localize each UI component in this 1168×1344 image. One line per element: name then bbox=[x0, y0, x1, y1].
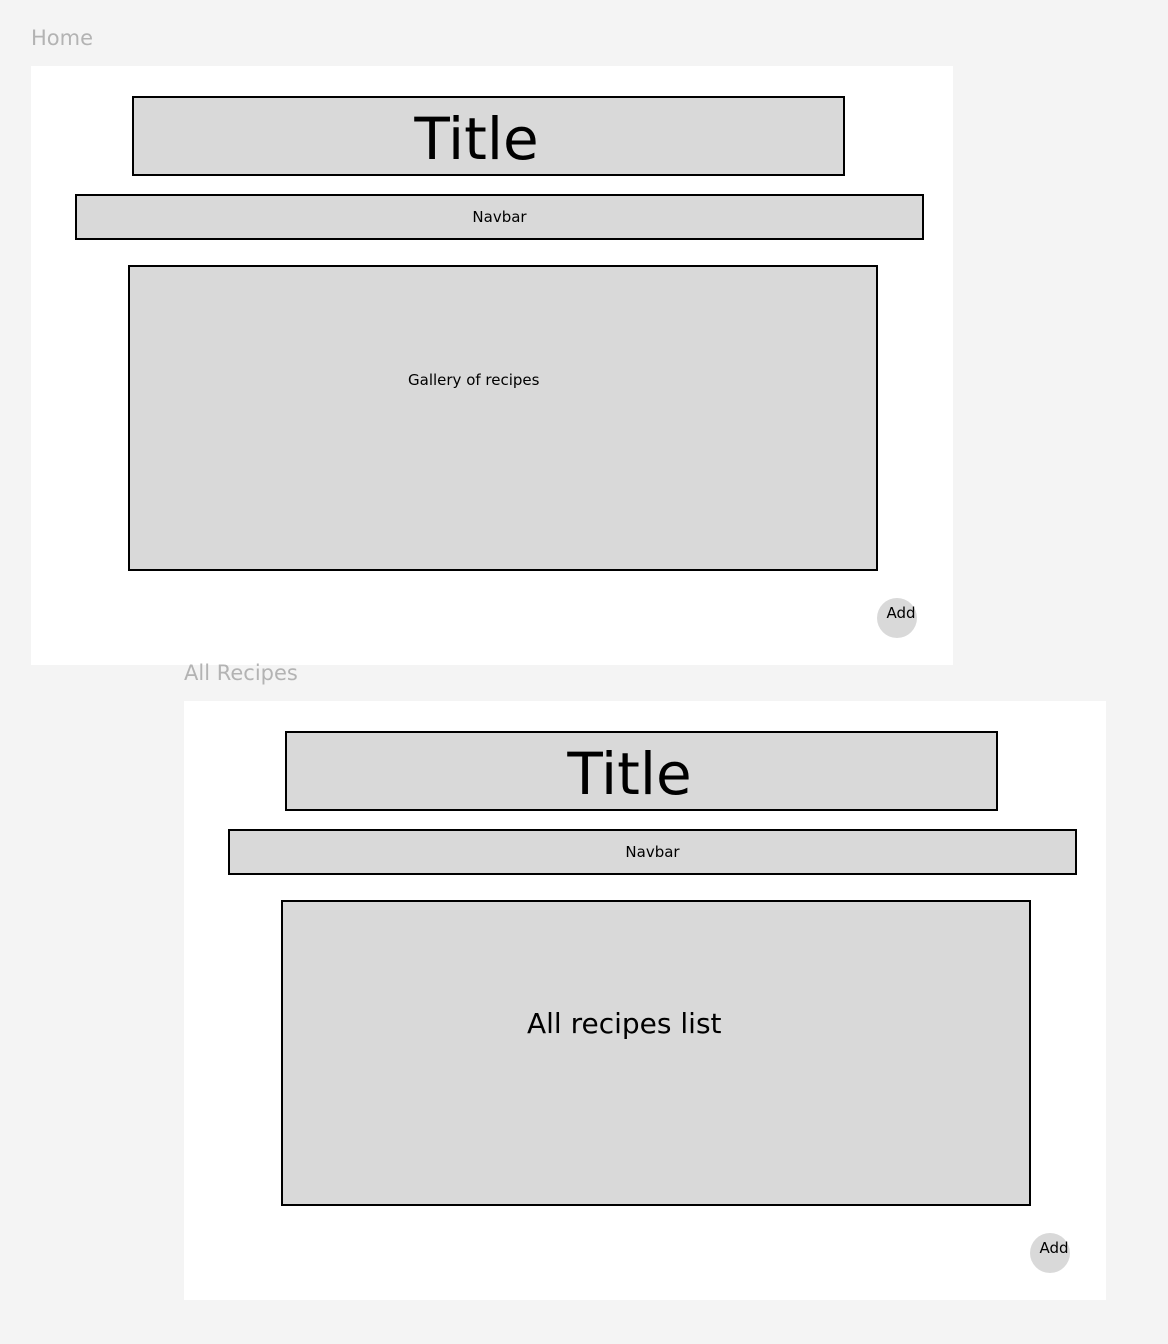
recipes-list-text: All recipes list bbox=[527, 1007, 722, 1040]
gallery-placeholder: Gallery of recipes bbox=[128, 265, 878, 571]
navbar-placeholder: Navbar bbox=[228, 829, 1077, 875]
add-button-label: Add bbox=[1039, 1239, 1069, 1257]
frame-label-home[interactable]: Home bbox=[31, 28, 93, 49]
navbar-placeholder: Navbar bbox=[75, 194, 924, 240]
title-text: Title bbox=[414, 105, 539, 173]
title-text: Title bbox=[567, 740, 692, 808]
frame-home[interactable]: Title Navbar Gallery of recipes Add bbox=[31, 66, 953, 665]
gallery-text: Gallery of recipes bbox=[408, 371, 540, 389]
add-button[interactable]: Add bbox=[877, 598, 917, 638]
navbar-text: Navbar bbox=[472, 208, 527, 226]
title-placeholder: Title bbox=[285, 731, 998, 811]
add-button[interactable]: Add bbox=[1030, 1233, 1070, 1273]
recipes-list-placeholder: All recipes list bbox=[281, 900, 1031, 1206]
title-placeholder: Title bbox=[132, 96, 845, 176]
design-canvas: Home Title Navbar Gallery of recipes Add… bbox=[0, 0, 1168, 1344]
navbar-text: Navbar bbox=[625, 843, 680, 861]
frame-label-all-recipes[interactable]: All Recipes bbox=[184, 663, 298, 684]
frame-all-recipes[interactable]: Title Navbar All recipes list Add bbox=[184, 701, 1106, 1300]
add-button-label: Add bbox=[886, 604, 916, 622]
